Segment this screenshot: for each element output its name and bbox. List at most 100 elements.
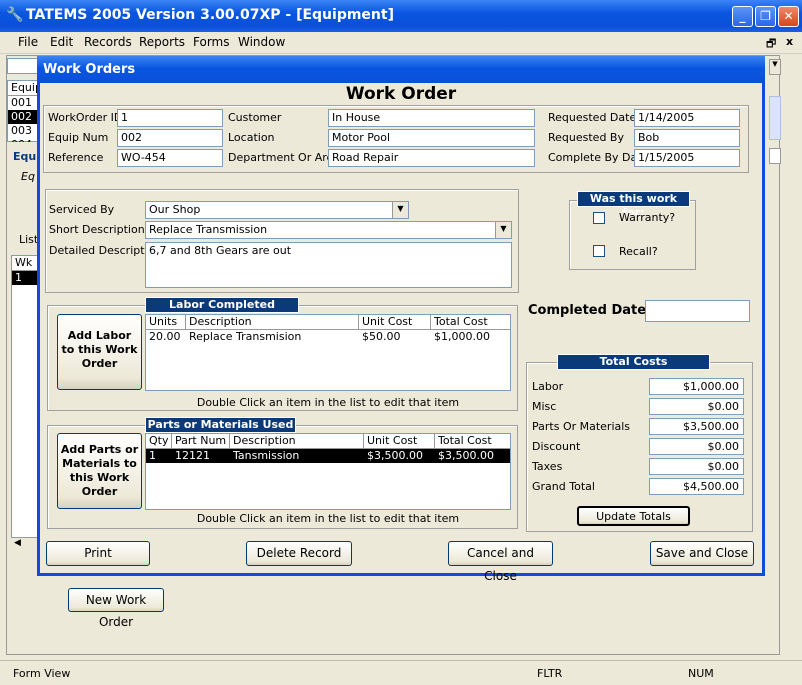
- requested-date-field[interactable]: 1/14/2005: [634, 109, 740, 127]
- list-item[interactable]: 001: [8, 96, 38, 110]
- menu-file[interactable]: File: [18, 35, 38, 49]
- chevron-down-icon[interactable]: ▼: [392, 202, 408, 218]
- warranty-label: Warranty?: [619, 211, 676, 224]
- equip-num-field[interactable]: 002: [117, 129, 223, 147]
- parts-description-cell: Tansmission: [233, 449, 300, 462]
- recall-label: Recall?: [619, 245, 658, 258]
- status-bar: Form View FLTR NUM: [0, 660, 802, 685]
- status-filter: FLTR: [537, 667, 563, 680]
- recall-checkbox[interactable]: [593, 245, 605, 257]
- labor-description-cell: Replace Transmision: [189, 330, 302, 343]
- reference-field[interactable]: WO-454: [117, 149, 223, 167]
- total-discount-label: Discount: [532, 440, 581, 453]
- short-description-label: Short Description: [49, 223, 145, 236]
- complete-by-field[interactable]: 1/15/2005: [634, 149, 740, 167]
- parts-col-total-cost[interactable]: Total Cost: [435, 434, 510, 449]
- minimize-button[interactable]: _: [732, 6, 753, 27]
- parts-col-unit-cost[interactable]: Unit Cost: [364, 434, 435, 449]
- labor-col-total-cost[interactable]: Total Cost: [431, 315, 510, 330]
- workorder-id-field[interactable]: 1: [117, 109, 223, 127]
- parts-qty-cell: 1: [149, 449, 156, 462]
- labor-col-description[interactable]: Description: [186, 315, 359, 330]
- list-item[interactable]: 003: [8, 124, 38, 138]
- restore-button[interactable]: ❐: [755, 6, 776, 27]
- totals-header: Total Costs: [557, 354, 710, 370]
- equip-sublabel: Eq: [21, 170, 35, 183]
- department-field[interactable]: Road Repair: [328, 149, 535, 167]
- reference-label: Reference: [48, 151, 104, 164]
- parts-list[interactable]: Qty Part Num Description Unit Cost Total…: [145, 433, 511, 510]
- add-parts-button[interactable]: Add Parts or Materials to this Work Orde…: [57, 433, 142, 509]
- labor-col-units[interactable]: Units: [146, 315, 186, 330]
- equip-label: Equi: [13, 150, 40, 163]
- labor-list[interactable]: Units Description Unit Cost Total Cost 2…: [145, 314, 511, 391]
- total-discount-field[interactable]: $0.00: [649, 438, 744, 455]
- mdi-close-icon[interactable]: x: [786, 35, 793, 48]
- requested-by-field[interactable]: Bob: [634, 129, 740, 147]
- table-row[interactable]: 1 12121 Tansmission $3,500.00 $3,500.00: [146, 449, 510, 463]
- labor-total-cost-cell: $1,000.00: [434, 330, 490, 343]
- requested-by-label: Requested By: [548, 131, 624, 144]
- background-button[interactable]: [769, 148, 781, 164]
- menu-forms[interactable]: Forms: [193, 35, 229, 49]
- print-button[interactable]: Print: [46, 541, 150, 566]
- status-mode: Form View: [13, 667, 71, 680]
- menu-records[interactable]: Records: [84, 35, 132, 49]
- total-labor-label: Labor: [532, 380, 564, 393]
- list-item[interactable]: 004: [8, 138, 38, 142]
- table-row[interactable]: 20.00 Replace Transmision $50.00 $1,000.…: [146, 330, 510, 344]
- add-labor-button[interactable]: Add Labor to this Work Order: [57, 314, 142, 390]
- customer-label: Customer: [228, 111, 282, 124]
- update-totals-button[interactable]: Update Totals: [577, 506, 690, 526]
- close-button[interactable]: ✕: [778, 6, 799, 27]
- total-misc-label: Misc: [532, 400, 557, 413]
- menu-edit[interactable]: Edit: [50, 35, 73, 49]
- parts-col-part-num[interactable]: Part Num: [172, 434, 230, 449]
- work-order-list[interactable]: Wk 1: [11, 255, 38, 553]
- customer-field[interactable]: In House: [328, 109, 535, 127]
- total-labor-field[interactable]: $1,000.00: [649, 378, 744, 395]
- work-for-header: Was this work for:: [577, 191, 690, 219]
- parts-col-description[interactable]: Description: [230, 434, 364, 449]
- mdi-restore-icon[interactable]: 🗗: [766, 35, 776, 54]
- location-field[interactable]: Motor Pool: [328, 129, 535, 147]
- serviced-by-dropdown[interactable]: Our Shop ▼: [145, 201, 409, 219]
- parts-header: Parts or Materials Used: [145, 417, 296, 433]
- labor-units-cell: 20.00: [149, 330, 181, 343]
- department-label: Department Or Area: [228, 151, 341, 164]
- save-and-close-button[interactable]: Save and Close: [650, 541, 754, 566]
- scrollbar[interactable]: [769, 96, 781, 140]
- menu-window[interactable]: Window: [238, 35, 285, 49]
- delete-record-button[interactable]: Delete Record: [246, 541, 352, 566]
- scroll-left-icon[interactable]: ◀: [11, 537, 38, 553]
- dropdown-arrow-icon[interactable]: ▼: [769, 59, 781, 75]
- cancel-and-close-button[interactable]: Cancel and Close: [448, 541, 553, 583]
- menu-reports[interactable]: Reports: [139, 35, 185, 49]
- equip-list[interactable]: Equip 001 002 003 004: [7, 80, 42, 142]
- list-item[interactable]: 1: [12, 271, 37, 285]
- total-misc-field[interactable]: $0.00: [649, 398, 744, 415]
- completed-date-field[interactable]: [645, 300, 750, 322]
- app-title: TATEMS 2005 Version 3.00.07XP - [Equipme…: [26, 7, 394, 23]
- menu-bar: File Edit Records Reports Forms Window 🗗…: [0, 32, 802, 54]
- labor-hint: Double Click an item in the list to edit…: [196, 396, 460, 409]
- new-work-order-button[interactable]: New Work Order: [68, 588, 164, 629]
- total-taxes-field[interactable]: $0.00: [649, 458, 744, 475]
- grand-total-field[interactable]: $4,500.00: [649, 478, 744, 495]
- list-item[interactable]: 002: [8, 110, 38, 124]
- chevron-down-icon[interactable]: ▼: [495, 222, 511, 238]
- warranty-checkbox[interactable]: [593, 212, 605, 224]
- labor-col-unit-cost[interactable]: Unit Cost: [359, 315, 431, 330]
- equip-list-header: Equip: [8, 81, 42, 96]
- labor-header: Labor Completed: [145, 297, 299, 313]
- parts-col-qty[interactable]: Qty: [146, 434, 172, 449]
- dialog-title[interactable]: Work Orders: [37, 56, 765, 83]
- equip-search-field[interactable]: [7, 58, 39, 74]
- location-label: Location: [228, 131, 275, 144]
- page-title: Work Order: [345, 84, 457, 104]
- detailed-description-field[interactable]: 6,7 and 8th Gears are out: [145, 242, 512, 288]
- short-description-dropdown[interactable]: Replace Transmission ▼: [145, 221, 512, 239]
- serviced-by-value: Our Shop: [149, 203, 201, 216]
- app-title-bar[interactable]: 🔧 TATEMS 2005 Version 3.00.07XP - [Equip…: [0, 0, 802, 32]
- total-parts-field[interactable]: $3,500.00: [649, 418, 744, 435]
